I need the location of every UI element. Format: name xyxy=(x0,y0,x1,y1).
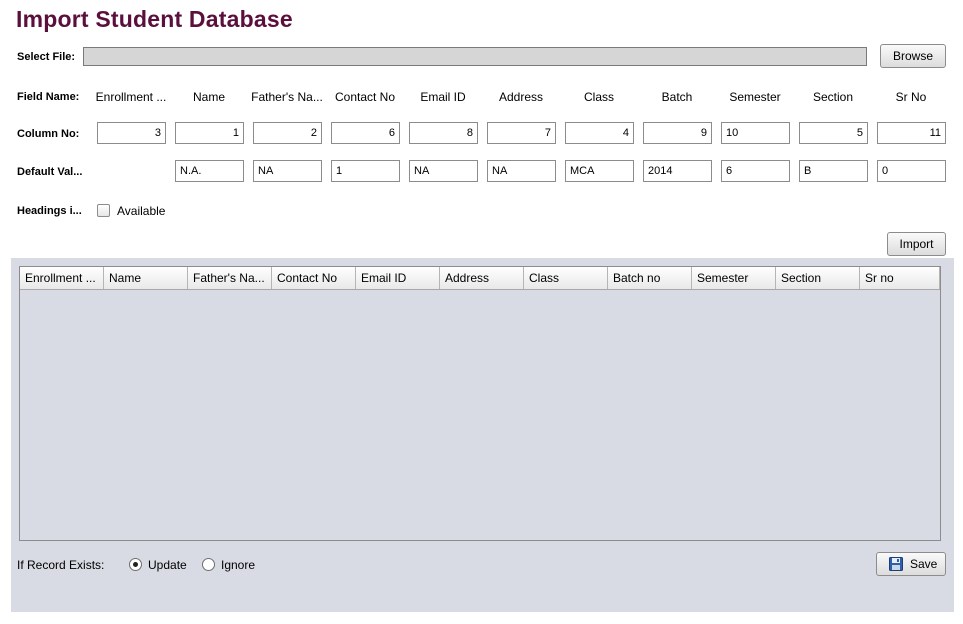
field-name-header: Address xyxy=(498,90,544,104)
table-column-header[interactable]: Address xyxy=(440,267,524,289)
table-column-header[interactable]: Sr no xyxy=(860,267,940,289)
column-no-input[interactable]: 9 xyxy=(643,122,712,144)
column-no-input[interactable]: 10 xyxy=(721,122,790,144)
table-column-header[interactable]: Email ID xyxy=(356,267,440,289)
default-value-input[interactable]: MCA xyxy=(565,160,634,182)
default-value-input[interactable]: 6 xyxy=(721,160,790,182)
ignore-radio[interactable] xyxy=(202,558,215,571)
table-column-header[interactable]: Enrollment ... xyxy=(20,267,104,289)
default-value-input[interactable]: B xyxy=(799,160,868,182)
column-no-input[interactable]: 6 xyxy=(331,122,400,144)
default-value-input[interactable]: 0 xyxy=(877,160,946,182)
field-name-header: Section xyxy=(812,90,854,104)
field-name-header: Father's Na... xyxy=(251,90,323,104)
column-no-input[interactable]: 4 xyxy=(565,122,634,144)
update-radio-label: Update xyxy=(148,558,187,572)
field-name-header: Class xyxy=(583,90,614,104)
page-title: Import Student Database xyxy=(16,6,293,32)
default-value-input[interactable]: 2014 xyxy=(643,160,712,182)
floppy-disk-icon xyxy=(889,557,903,571)
table-column-header[interactable]: Semester xyxy=(692,267,776,289)
preview-table[interactable]: Enrollment ... Name Father's Na... Contact … xyxy=(19,266,941,541)
field-name-header: Batch xyxy=(661,90,693,104)
table-column-header[interactable]: Section xyxy=(776,267,860,289)
save-label: Save xyxy=(910,557,938,571)
select-file-label: Select File: xyxy=(17,51,76,63)
default-value-input[interactable]: NA xyxy=(487,160,556,182)
field-name-header: Semester xyxy=(729,90,781,104)
default-value-input[interactable]: NA xyxy=(253,160,322,182)
field-name-header: Email ID xyxy=(420,90,466,104)
column-no-input[interactable]: 5 xyxy=(799,122,868,144)
import-button[interactable]: Import xyxy=(887,232,946,256)
default-values-label: Default Val... xyxy=(17,166,83,178)
column-no-input[interactable]: 1 xyxy=(175,122,244,144)
field-name-header: Name xyxy=(192,90,225,104)
headings-label: Headings i... xyxy=(17,205,82,217)
column-no-input[interactable]: 2 xyxy=(253,122,322,144)
field-name-label: Field Name: xyxy=(17,91,80,103)
table-column-header[interactable]: Class xyxy=(524,267,608,289)
table-column-header[interactable]: Name xyxy=(104,267,188,289)
table-header: Enrollment ... Name Father's Na... Contact … xyxy=(20,267,940,290)
table-column-header[interactable]: Batch no xyxy=(608,267,692,289)
default-value-input[interactable]: NA xyxy=(409,160,478,182)
default-value-input[interactable]: 1 xyxy=(331,160,400,182)
record-exists-label: If Record Exists: xyxy=(17,558,105,572)
field-name-header: Sr No xyxy=(895,90,927,104)
field-name-header: Contact No xyxy=(334,90,396,104)
file-path-field[interactable] xyxy=(83,47,867,66)
save-button[interactable]: Save xyxy=(876,552,946,576)
column-no-label: Column No: xyxy=(17,128,80,140)
column-no-input[interactable]: 3 xyxy=(97,122,166,144)
default-value-input[interactable]: N.A. xyxy=(175,160,244,182)
available-label: Available xyxy=(117,204,166,218)
update-radio[interactable] xyxy=(129,558,142,571)
column-no-input[interactable]: 7 xyxy=(487,122,556,144)
table-column-header[interactable]: Father's Na... xyxy=(188,267,272,289)
ignore-radio-label: Ignore xyxy=(221,558,256,572)
available-checkbox[interactable] xyxy=(97,204,110,217)
column-no-input[interactable]: 11 xyxy=(877,122,946,144)
browse-button[interactable]: Browse xyxy=(880,44,946,68)
table-column-header[interactable]: Contact No xyxy=(272,267,356,289)
field-name-header: Enrollment ... xyxy=(95,90,167,104)
column-no-input[interactable]: 8 xyxy=(409,122,478,144)
